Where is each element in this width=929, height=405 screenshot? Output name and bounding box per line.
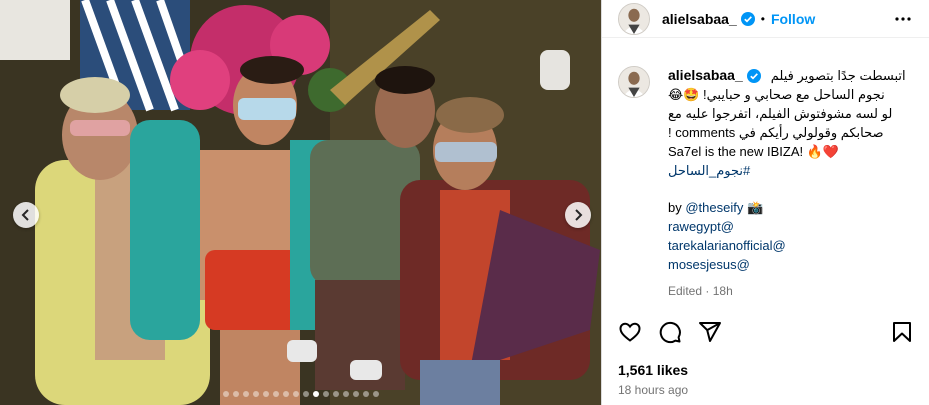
carousel-dot <box>373 391 379 397</box>
comment-icon <box>659 321 681 344</box>
follow-button[interactable]: Follow <box>771 11 815 27</box>
carousel-dot <box>333 391 339 397</box>
share-button[interactable] <box>698 320 722 344</box>
caption-line: Sa7el is the new IBIZA! 🔥❤️ <box>668 144 840 159</box>
verified-badge-icon <box>740 11 755 26</box>
comment-button[interactable] <box>658 320 682 344</box>
edited-label: Edited <box>668 284 703 298</box>
caption-credits: by @theseify 📸 rawegypt@ tarekalarianoff… <box>668 198 918 274</box>
carousel-dot <box>313 391 319 397</box>
carousel-dot <box>283 391 289 397</box>
bookmark-icon <box>893 322 911 342</box>
chevron-right-icon <box>575 209 583 221</box>
mention-link[interactable]: rawegypt@ <box>668 217 918 236</box>
edited-separator: · <box>705 284 710 298</box>
carousel-dot <box>293 391 299 397</box>
edited-timestamp: Edited · 18h <box>668 282 918 301</box>
carousel-next-button[interactable] <box>565 202 591 228</box>
save-button[interactable] <box>890 320 914 344</box>
carousel-dot <box>223 391 229 397</box>
likes-count[interactable]: 1,561 likes <box>618 362 688 378</box>
avatar-image <box>619 67 649 97</box>
caption-hashtag[interactable]: #نجوم_الساحل <box>668 161 918 180</box>
like-button[interactable] <box>618 320 642 344</box>
carousel-dot <box>353 391 359 397</box>
carousel-dot <box>253 391 259 397</box>
caption-avatar[interactable] <box>618 66 650 98</box>
carousel-dot <box>273 391 279 397</box>
caption-body: alielsabaa_ اتبسطت جدًا بتصوير فيلم نجوم… <box>668 66 918 301</box>
heart-icon <box>619 322 641 342</box>
carousel-dot <box>233 391 239 397</box>
caption-line: لو لسه مشوفتوش الفيلم، اتفرجوا عليه مع <box>668 106 893 121</box>
caption-username[interactable]: alielsabaa_ <box>668 66 743 85</box>
mention-link[interactable]: tarekalarianofficial@ <box>668 236 918 255</box>
avatar-image <box>619 3 649 34</box>
edited-time[interactable]: 18h <box>713 284 733 298</box>
chevron-left-icon <box>21 209 29 221</box>
caption-first-line: alielsabaa_ اتبسطت جدًا بتصوير فيلم <box>668 66 918 85</box>
post-timestamp[interactable]: 18 hours ago <box>618 383 688 397</box>
carousel-dot <box>363 391 369 397</box>
header-separator: • <box>760 11 765 26</box>
mention-link[interactable]: mosesjesus@ <box>668 255 918 274</box>
caption-line: صحابكم وقولولي رأيكم في comments ! <box>668 125 884 140</box>
post-side-panel: alielsabaa_ • Follow alielsabaa_ اتبسطت … <box>602 0 929 405</box>
share-icon <box>699 322 721 342</box>
caption-line: نجوم الساحل مع صحابي و حبايبي! 🤩😂 <box>668 87 885 102</box>
carousel-dot <box>343 391 349 397</box>
avatar[interactable] <box>618 2 650 35</box>
caption-line: اتبسطت جدًا بتصوير فيلم <box>770 68 906 83</box>
more-options-button[interactable] <box>891 7 915 31</box>
credit-by-label: by <box>668 200 686 215</box>
credit-mention[interactable]: @theseify <box>685 200 743 215</box>
post-actions <box>618 320 914 344</box>
header-username[interactable]: alielsabaa_ <box>662 11 737 27</box>
post-caption: alielsabaa_ اتبسطت جدًا بتصوير فيلم نجوم… <box>618 66 918 301</box>
verified-badge-icon <box>746 68 761 83</box>
carousel-dot <box>243 391 249 397</box>
carousel-dot <box>263 391 269 397</box>
post-media[interactable] <box>0 0 602 405</box>
carousel-indicator <box>0 391 601 399</box>
carousel-dot <box>303 391 309 397</box>
camera-emoji: 📸 <box>746 200 764 215</box>
post-photo <box>0 0 601 405</box>
post-header: alielsabaa_ • Follow <box>602 0 929 38</box>
carousel-dot <box>323 391 329 397</box>
carousel-prev-button[interactable] <box>13 202 39 228</box>
more-options-icon <box>895 16 911 21</box>
